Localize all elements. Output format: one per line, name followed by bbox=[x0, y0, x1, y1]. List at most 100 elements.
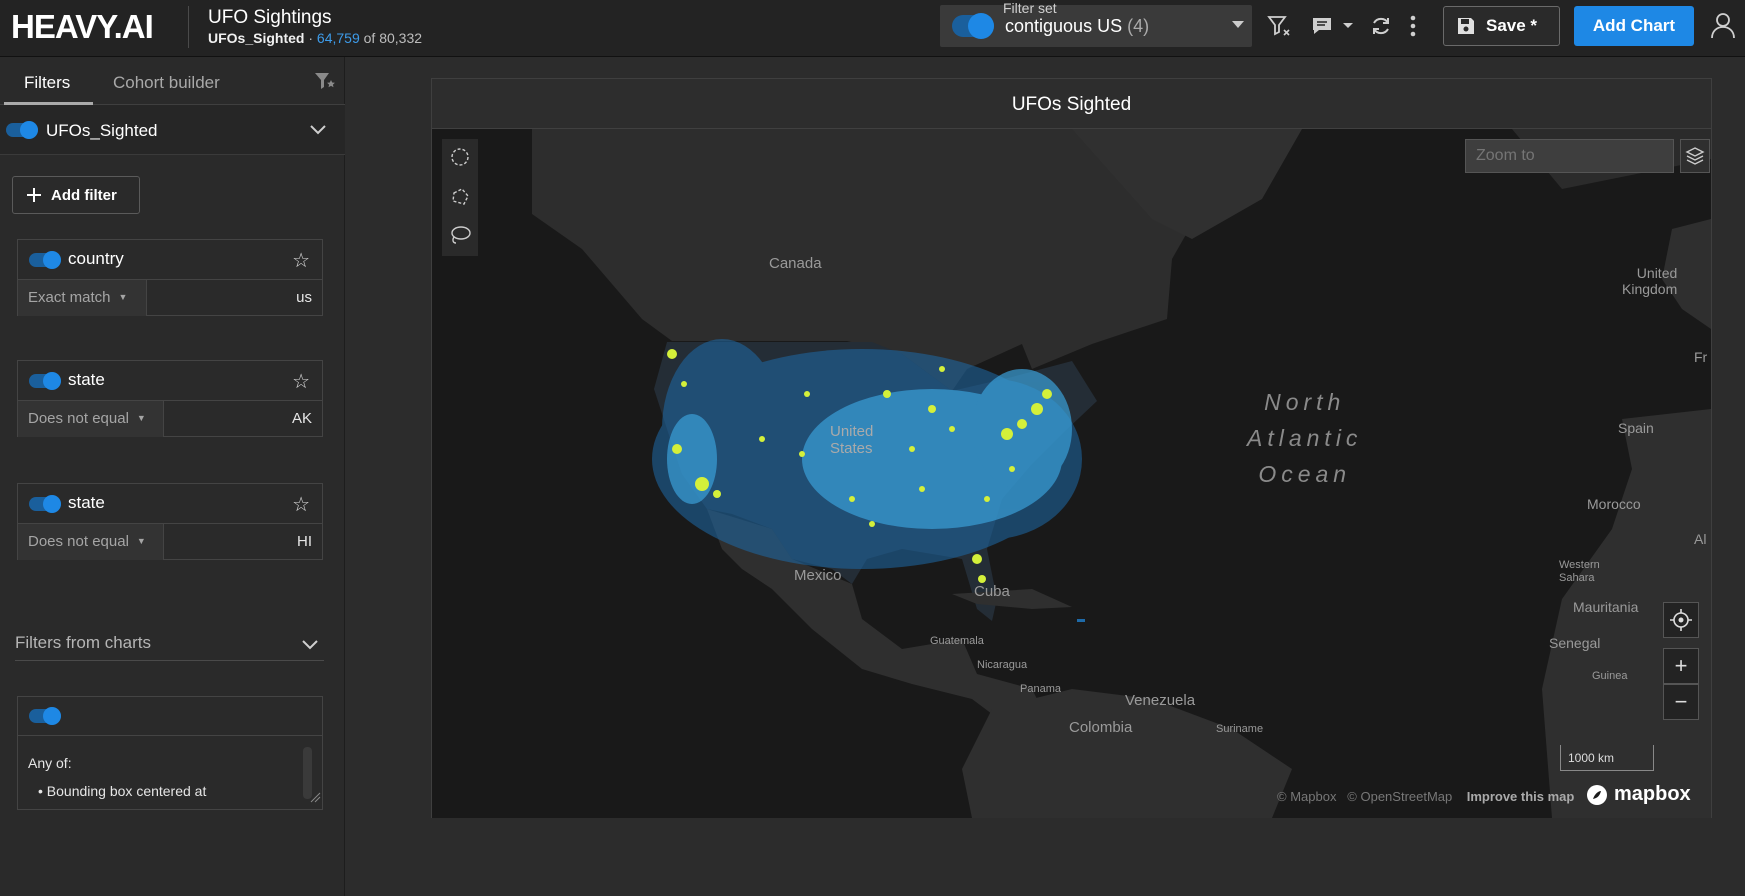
dashboard-title[interactable]: UFO Sightings bbox=[208, 7, 332, 29]
filter-header: state ☆ bbox=[18, 484, 322, 524]
attribution-osm[interactable]: © OpenStreetMap bbox=[1347, 789, 1452, 804]
attribution-mapbox[interactable]: © Mapbox bbox=[1277, 789, 1336, 804]
map-label-morocco: Morocco bbox=[1587, 496, 1641, 512]
map-label-cuba: Cuba bbox=[974, 583, 1010, 600]
star-icon[interactable]: ☆ bbox=[292, 492, 310, 517]
filter-column[interactable]: country bbox=[68, 249, 124, 269]
resize-handle-icon[interactable] bbox=[309, 790, 321, 808]
map-label-spain: Spain bbox=[1618, 420, 1654, 436]
map-label-ocean: North Atlantic Ocean bbox=[1247, 389, 1363, 487]
filter-toggle[interactable] bbox=[29, 495, 61, 513]
zoom-to-input[interactable] bbox=[1465, 139, 1674, 173]
star-icon[interactable]: ☆ bbox=[292, 248, 310, 273]
scale-bar: 1000 km bbox=[1560, 745, 1654, 771]
map-label-nicaragua: Nicaragua bbox=[977, 659, 1028, 671]
caret-down-icon: ▼ bbox=[136, 413, 146, 423]
refresh-icon[interactable] bbox=[1367, 12, 1395, 40]
lasso-select-icon[interactable] bbox=[448, 223, 472, 247]
caret-down-icon: ▼ bbox=[136, 536, 146, 546]
pointmap-chart: UFOs Sighted Canada United States Mexico… bbox=[431, 78, 1712, 818]
map-label-uk: United Kingdom bbox=[1622, 265, 1678, 297]
layers-icon bbox=[1685, 147, 1705, 165]
logo: HEAVY.AI bbox=[11, 8, 154, 45]
add-chart-button[interactable]: Add Chart bbox=[1574, 6, 1694, 46]
geolocate-button[interactable] bbox=[1663, 602, 1699, 638]
more-vertical-icon[interactable] bbox=[1399, 12, 1427, 40]
save-label: Save * bbox=[1486, 16, 1538, 35]
crosshair-icon bbox=[1670, 609, 1692, 631]
tab-filters[interactable]: Filters bbox=[24, 73, 70, 93]
map-area[interactable]: Canada United States Mexico Cuba Guatemal… bbox=[432, 129, 1711, 818]
filter-operator-select[interactable]: Does not equal ▼ bbox=[18, 401, 164, 437]
save-button[interactable]: Save * bbox=[1443, 6, 1560, 46]
mapbox-label: mapbox bbox=[1614, 783, 1691, 805]
caret-down-icon[interactable] bbox=[1339, 12, 1357, 40]
filter-set-value: contiguous US (4) bbox=[1005, 16, 1149, 37]
improve-map-link[interactable]: Improve this map bbox=[1467, 789, 1575, 804]
filter-value[interactable]: AK bbox=[292, 410, 312, 427]
filter-header: state ☆ bbox=[18, 361, 322, 401]
filter-operator-select[interactable]: Exact match ▼ bbox=[18, 280, 147, 316]
bounding-box-text: Bounding box centered at bbox=[46, 783, 207, 799]
chart-filter-header bbox=[18, 697, 322, 736]
filters-from-charts-title: Filters from charts bbox=[15, 633, 152, 652]
caret-down-icon bbox=[1232, 21, 1244, 28]
user-icon[interactable] bbox=[1708, 10, 1738, 40]
filter-value[interactable]: HI bbox=[297, 533, 312, 550]
filter-set-name: contiguous US bbox=[1005, 16, 1123, 36]
total-count: of 80,332 bbox=[363, 30, 423, 46]
add-filter-button[interactable]: Add filter bbox=[12, 176, 140, 214]
comment-icon[interactable] bbox=[1308, 12, 1336, 40]
filter-toggle[interactable] bbox=[29, 372, 61, 390]
filter-operator: Exact match bbox=[28, 289, 111, 306]
dashboard-subtitle: UFOs_Sighted · 64,759 of 80,332 bbox=[208, 30, 422, 46]
star-icon[interactable]: ☆ bbox=[292, 369, 310, 394]
list-item: • Bounding box centered at bbox=[38, 783, 207, 799]
caret-down-icon: ▼ bbox=[118, 292, 128, 302]
zoom-in-button[interactable]: + bbox=[1663, 648, 1699, 684]
map-label-mexico: Mexico bbox=[794, 567, 842, 584]
filter-operator-select[interactable]: Does not equal ▼ bbox=[18, 524, 164, 560]
filters-from-charts-header[interactable]: Filters from charts bbox=[15, 625, 324, 661]
layers-button[interactable] bbox=[1680, 139, 1710, 173]
filtered-count: 64,759 bbox=[316, 30, 360, 46]
sidebar-tabs: Filters Cohort builder bbox=[0, 57, 345, 105]
filter-set-dropdown[interactable]: Filter set contiguous US (4) bbox=[940, 0, 1252, 47]
map-label-panama: Panama bbox=[1020, 683, 1061, 695]
circle-select-icon[interactable] bbox=[448, 145, 472, 169]
mapbox-icon bbox=[1587, 784, 1607, 805]
map-label-suriname: Suriname bbox=[1216, 723, 1264, 735]
filter-column[interactable]: state bbox=[68, 370, 105, 390]
map-label-guinea: Guinea bbox=[1592, 670, 1628, 682]
tab-cohort-builder[interactable]: Cohort builder bbox=[113, 73, 220, 93]
source-toggle[interactable] bbox=[6, 121, 38, 139]
filter-clear-icon[interactable] bbox=[1265, 12, 1293, 40]
chart-title[interactable]: UFOs Sighted bbox=[432, 94, 1711, 116]
add-filter-label: Add filter bbox=[51, 186, 117, 204]
chevron-down-icon[interactable] bbox=[310, 122, 326, 140]
filter-operator: Does not equal bbox=[28, 410, 129, 427]
source-name: UFOs_Sighted bbox=[208, 30, 305, 46]
filter-set-label: Filter set bbox=[1003, 0, 1057, 16]
zoom-out-button[interactable]: − bbox=[1663, 684, 1699, 720]
source-row[interactable]: UFOs_Sighted bbox=[0, 105, 345, 155]
chart-filter-card: Any of: • Bounding box centered at bbox=[17, 696, 323, 810]
map-label-mauritania: Mauritania bbox=[1573, 599, 1639, 615]
map-label-senegal: Senegal bbox=[1549, 635, 1601, 651]
plus-icon bbox=[27, 188, 41, 202]
filter-star-icon[interactable] bbox=[314, 71, 336, 96]
chart-header: UFOs Sighted bbox=[432, 79, 1711, 129]
map-label-western-sahara: Western Sahara bbox=[1559, 559, 1600, 584]
filter-set-toggle[interactable] bbox=[952, 13, 994, 39]
map-label-france: Fr bbox=[1694, 349, 1708, 365]
filter-set-count: (4) bbox=[1127, 16, 1150, 36]
filters-panel: Filters Cohort builder UFOs_Sighted Add … bbox=[0, 57, 345, 896]
mapbox-logo[interactable]: mapbox bbox=[1586, 783, 1691, 806]
filter-column[interactable]: state bbox=[68, 493, 105, 513]
chevron-down-icon[interactable] bbox=[302, 637, 318, 655]
filter-toggle[interactable] bbox=[29, 251, 61, 269]
filter-value[interactable]: us bbox=[296, 289, 312, 306]
chart-filter-toggle[interactable] bbox=[29, 707, 61, 725]
map-label-canada: Canada bbox=[769, 255, 822, 272]
polygon-select-icon[interactable] bbox=[448, 185, 472, 209]
